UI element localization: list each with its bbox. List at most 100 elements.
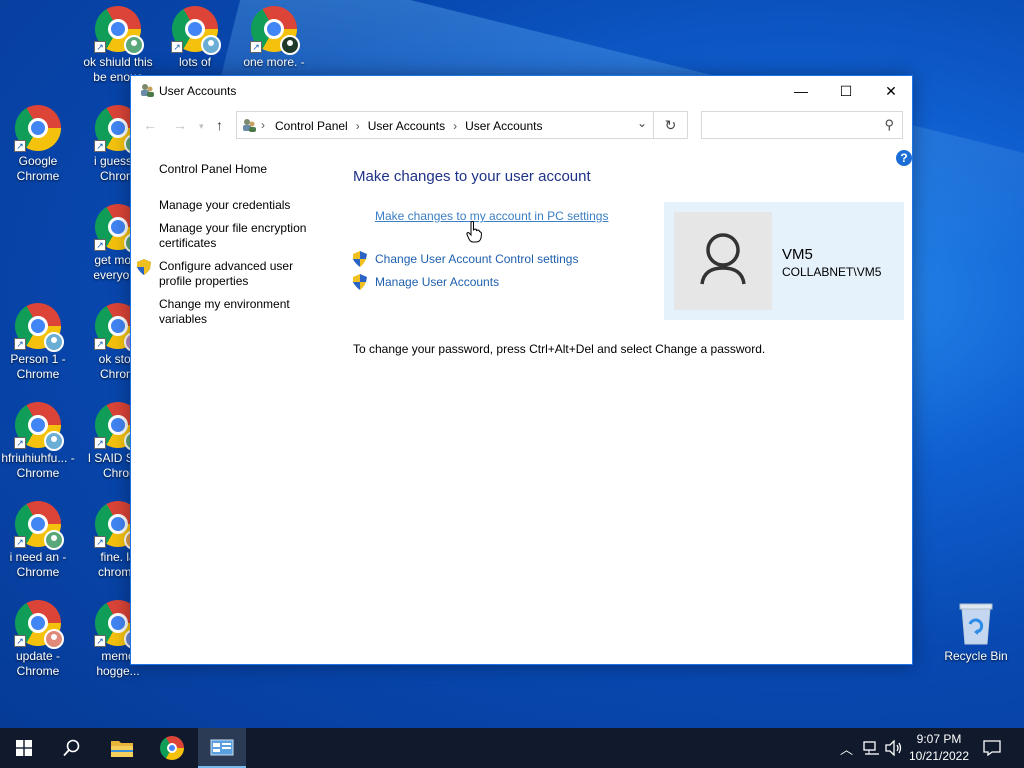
desktop-shortcut[interactable]: ↗ hfriuhiuhfu... - Chrome <box>0 401 76 481</box>
volume-icon[interactable] <box>885 740 903 756</box>
breadcrumb: Control Panel › User Accounts › User Account… <box>275 119 542 133</box>
notifications-icon[interactable] <box>983 739 1001 757</box>
user-silhouette-icon <box>700 233 746 285</box>
chrome-icon: ↗ <box>250 5 300 55</box>
chrome-icon: ↗ <box>14 401 64 451</box>
chrome-taskbar-button[interactable] <box>148 728 196 768</box>
desktop-shortcut[interactable]: ↗ ok shiuld this be enouc <box>80 5 156 85</box>
profile-badge-icon <box>44 431 64 451</box>
refresh-icon: ↻ <box>664 117 677 133</box>
breadcrumb-separator-icon: › <box>453 119 458 133</box>
manage-file-encryption-link[interactable]: Manage your file encryption certificates <box>159 221 324 251</box>
shortcut-arrow-icon: ↗ <box>94 536 106 548</box>
desktop-shortcut-label: i need an - Chrome <box>9 550 67 579</box>
user-accounts-icon <box>141 84 154 97</box>
desktop-shortcut[interactable]: ↗ lots of <box>157 5 233 70</box>
chrome-icon: ↗ <box>171 5 221 55</box>
clock-time: 9:07 PM <box>916 732 962 746</box>
search-input[interactable]: ⚲ <box>701 111 903 139</box>
taskbar: ︿ 9:07 PM 10/21/2022 <box>0 728 1024 768</box>
desktop-shortcut[interactable]: ↗ update - Chrome <box>0 599 76 679</box>
clock-date: 10/21/2022 <box>908 749 970 763</box>
uac-shield-icon <box>137 259 151 275</box>
shortcut-arrow-icon: ↗ <box>14 437 26 449</box>
back-arrow-icon[interactable]: ← <box>143 117 157 133</box>
profile-badge-icon <box>44 332 64 352</box>
profile-badge-icon <box>44 530 64 550</box>
desktop-shortcut-label: Person 1 - Chrome <box>10 352 66 381</box>
recycle-bin-label: Recycle Bin <box>944 649 1008 663</box>
breadcrumb-separator-icon: › <box>355 119 360 133</box>
pc-settings-link[interactable]: Make changes to my account in PC setting… <box>375 209 608 223</box>
chrome-icon: ↗ <box>94 5 144 55</box>
password-note: To change your password, press Ctrl+Alt+… <box>353 342 766 356</box>
start-button[interactable] <box>0 728 48 768</box>
desktop-shortcut[interactable]: ↗ Google Chrome <box>0 104 76 184</box>
refresh-button[interactable]: ↻ <box>654 111 688 139</box>
search-icon[interactable]: ⚲ <box>884 117 894 133</box>
profile-badge-icon <box>44 629 64 649</box>
configure-profile-properties-link[interactable]: Configure advanced user profile properti… <box>159 259 324 289</box>
show-hidden-icons-chevron-icon[interactable]: ︿ <box>840 739 853 758</box>
profile-badge-icon <box>124 35 144 55</box>
shortcut-arrow-icon: ↗ <box>171 41 183 53</box>
uac-shield-icon <box>353 274 367 290</box>
desktop-shortcut[interactable]: ↗ i need an - Chrome <box>0 500 76 580</box>
window-title: User Accounts <box>159 84 237 98</box>
avatar <box>674 212 772 310</box>
shortcut-arrow-icon: ↗ <box>94 140 106 152</box>
hand-cursor-icon <box>466 221 482 243</box>
address-dropdown-icon[interactable]: ⌄ <box>637 116 647 130</box>
desktop-shortcut-label: lots of <box>178 55 211 69</box>
chrome-icon: ↗ <box>14 104 62 152</box>
manage-credentials-link[interactable]: Manage your credentials <box>159 198 324 213</box>
profile-badge-icon <box>280 35 300 55</box>
user-accounts-window: User Accounts — ☐ ✕ ← → ▾ ↑ › Control Pa… <box>130 75 913 665</box>
network-icon[interactable] <box>863 740 881 756</box>
manage-user-accounts-link[interactable]: Manage User Accounts <box>375 275 499 289</box>
desktop-shortcut[interactable]: ↗ Person 1 - Chrome <box>0 302 76 382</box>
recycle-bin-icon <box>959 603 993 645</box>
address-bar[interactable]: › Control Panel › User Accounts › User Accou… <box>236 111 654 139</box>
shortcut-arrow-icon: ↗ <box>94 635 106 647</box>
close-button[interactable]: ✕ <box>868 76 914 106</box>
forward-arrow-icon[interactable]: → <box>173 117 187 133</box>
shortcut-arrow-icon: ↗ <box>14 338 26 350</box>
file-explorer-button[interactable] <box>98 728 146 768</box>
account-domain: COLLABNET\VM5 <box>782 265 882 279</box>
page-title: Make changes to your user account <box>353 168 591 185</box>
uac-settings-link[interactable]: Change User Account Control settings <box>375 252 578 266</box>
desktop-shortcut-label: hfriuhiuhfu... - Chrome <box>1 451 75 480</box>
shortcut-arrow-icon: ↗ <box>94 437 106 449</box>
shortcut-arrow-icon: ↗ <box>94 338 106 350</box>
change-environment-variables-link[interactable]: Change my environment variables <box>159 297 324 327</box>
system-clock[interactable]: 9:07 PM 10/21/2022 <box>905 731 973 765</box>
account-tile: VM5 COLLABNET\VM5 <box>664 202 904 320</box>
shortcut-arrow-icon: ↗ <box>14 635 26 647</box>
breadcrumb-user-accounts-current[interactable]: User Accounts <box>465 119 542 133</box>
chrome-icon <box>160 736 184 760</box>
chrome-icon: ↗ <box>14 302 64 352</box>
recent-locations-chevron-icon[interactable]: ▾ <box>199 121 204 132</box>
shortcut-arrow-icon: ↗ <box>94 239 106 251</box>
title-bar[interactable]: User Accounts — ☐ ✕ <box>131 76 912 106</box>
shortcut-arrow-icon: ↗ <box>14 536 26 548</box>
desktop-shortcut[interactable]: ↗ one more. - <box>236 5 312 70</box>
control-panel-icon <box>210 739 234 756</box>
breadcrumb-user-accounts[interactable]: User Accounts <box>368 119 445 133</box>
recycle-bin-shortcut[interactable]: Recycle Bin <box>940 600 1012 663</box>
chrome-icon: ↗ <box>14 500 64 550</box>
minimize-button[interactable]: — <box>778 76 824 106</box>
breadcrumb-separator-icon: › <box>261 118 265 132</box>
maximize-button[interactable]: ☐ <box>823 76 869 106</box>
search-icon <box>63 739 80 757</box>
navigation-bar: ← → ▾ ↑ › Control Panel › User Accounts › Us… <box>131 109 912 141</box>
control-panel-home-link[interactable]: Control Panel Home <box>159 162 267 177</box>
shortcut-arrow-icon: ↗ <box>14 140 26 152</box>
up-arrow-icon[interactable]: ↑ <box>216 117 223 133</box>
search-button[interactable] <box>48 728 96 768</box>
breadcrumb-control-panel[interactable]: Control Panel <box>275 119 348 133</box>
control-panel-taskbar-button[interactable] <box>198 728 246 768</box>
windows-logo-icon <box>16 740 32 756</box>
help-icon[interactable]: ? <box>896 150 912 166</box>
